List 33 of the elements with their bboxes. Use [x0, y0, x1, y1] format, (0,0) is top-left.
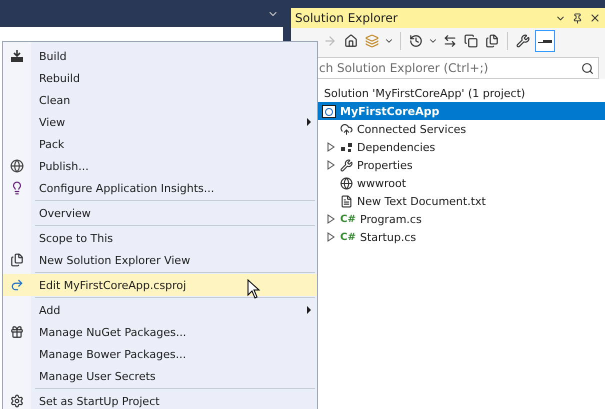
- toolbar-button[interactable]: [535, 30, 555, 52]
- package-icon: [10, 325, 24, 339]
- menu-item[interactable]: Add: [3, 299, 317, 321]
- menu-item[interactable]: Manage User Secrets: [3, 365, 317, 387]
- history-icon[interactable]: [409, 34, 423, 48]
- menu-item[interactable]: Set as StartUp Project: [3, 390, 317, 409]
- document-icon: [340, 194, 353, 208]
- search-icon[interactable]: [581, 62, 594, 74]
- pin-icon[interactable]: [572, 12, 583, 24]
- wrench-icon[interactable]: [516, 34, 530, 48]
- dependencies-icon: [340, 140, 353, 154]
- build-icon: [10, 49, 24, 63]
- preview-icon[interactable]: [538, 37, 552, 45]
- globe-icon: [10, 159, 24, 173]
- home-icon[interactable]: [344, 34, 358, 48]
- csharp-icon: C#: [340, 214, 356, 224]
- wrench-icon: [340, 158, 353, 172]
- panel-title: Solution Explorer: [295, 11, 399, 25]
- redo-arrow-icon: [10, 278, 24, 292]
- close-icon[interactable]: [589, 12, 601, 24]
- globe-icon: [340, 176, 353, 190]
- files-icon[interactable]: [485, 34, 499, 48]
- csharp-icon: C#: [340, 232, 356, 242]
- cloud-icon: [340, 122, 353, 136]
- web-project-icon: [322, 104, 336, 118]
- menu-item[interactable]: New Solution Explorer View: [3, 249, 317, 271]
- menu-item[interactable]: Manage NuGet Packages...: [3, 321, 317, 343]
- lightbulb-icon: [10, 181, 24, 195]
- menu-item[interactable]: Manage Bower Packages...: [3, 343, 317, 365]
- mouse-cursor-icon: [247, 279, 261, 299]
- settings-icon: [10, 394, 24, 408]
- menu-item[interactable]: Edit MyFirstCoreApp.csproj: [3, 274, 317, 296]
- swap-arrows-icon[interactable]: [443, 34, 457, 48]
